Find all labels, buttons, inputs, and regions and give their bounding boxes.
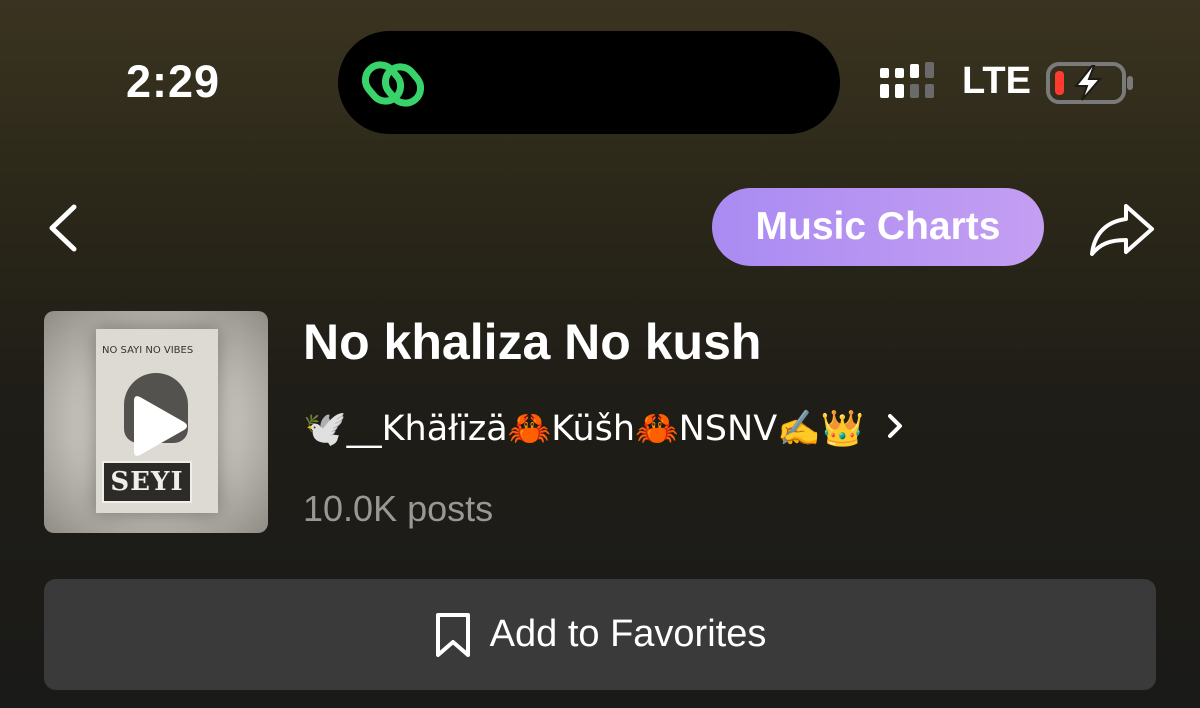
author-name[interactable]: 🕊️__Khäłïzä🦀Küšh🦀NSNV✍️👑 [303, 408, 864, 449]
sound-cover[interactable]: NO SAYI NO VIBES SEYI [44, 311, 268, 533]
post-count: 10.0K posts [303, 488, 494, 529]
cover-poster-title: NO SAYI NO VIBES [102, 345, 194, 356]
back-button[interactable] [44, 203, 84, 253]
add-to-favorites-button[interactable]: Add to Favorites [44, 579, 1156, 690]
favorites-label: Add to Favorites [489, 613, 767, 655]
link-icon [361, 56, 426, 117]
bookmark-icon [434, 612, 472, 658]
author-link[interactable]: 🕊️__Khäłïzä🦀Küšh🦀NSNV✍️👑 [303, 408, 904, 449]
cellular-signal-icon [880, 62, 942, 109]
chevron-left-icon [44, 204, 84, 257]
play-icon[interactable] [130, 391, 190, 466]
share-button[interactable] [1088, 200, 1156, 258]
music-charts-button[interactable]: Music Charts [712, 188, 1044, 266]
sound-title: No khaliza No kush [303, 314, 762, 370]
battery-icon [1046, 62, 1136, 109]
status-time: 2:29 [126, 56, 221, 107]
dynamic-island[interactable] [338, 31, 840, 134]
network-type: LTE [962, 60, 1031, 102]
cover-name-tag: SEYI [102, 461, 192, 503]
share-arrow-icon [1088, 204, 1156, 262]
chevron-right-icon [886, 412, 904, 445]
